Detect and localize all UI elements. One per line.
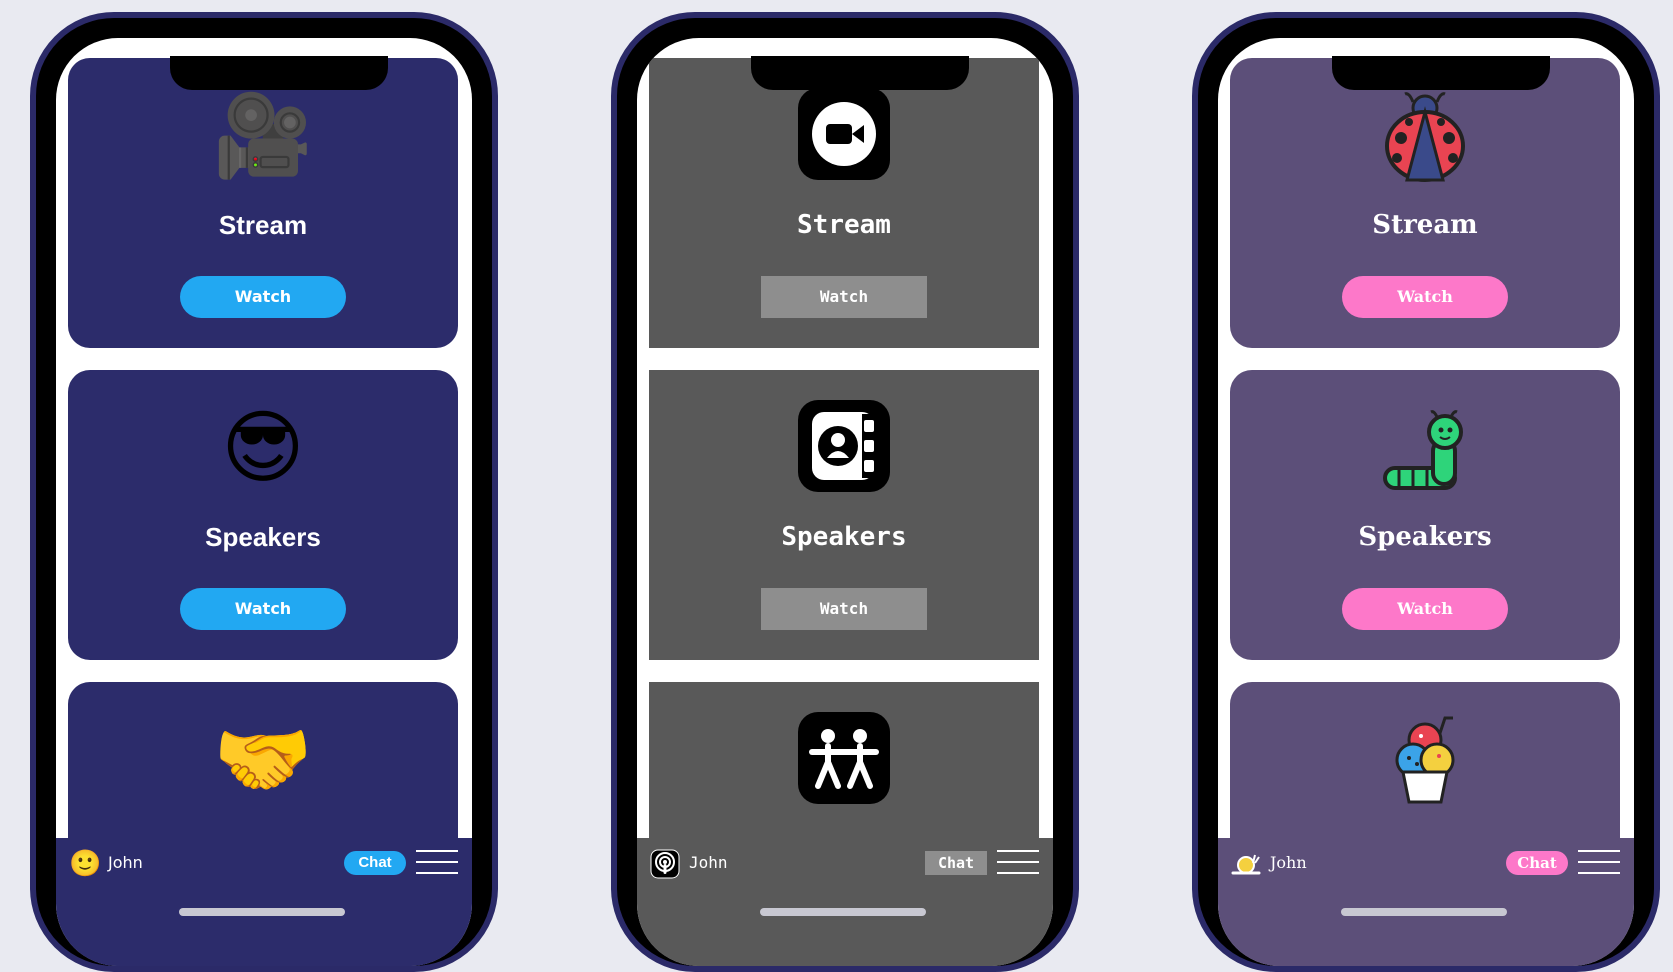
card-speakers: Speakers Watch <box>1230 370 1620 660</box>
smiley-face-icon[interactable]: 🙂 <box>69 849 101 879</box>
snail-icon[interactable] <box>1231 849 1261 879</box>
watch-button[interactable]: Watch <box>761 588 927 630</box>
sunglasses-face-icon: 😎 <box>221 401 305 494</box>
card-speakers: Speakers Watch <box>649 370 1039 660</box>
notch <box>1332 56 1550 90</box>
card-stream: 🎥 Stream Watch <box>68 58 458 348</box>
bottom-bar: John Chat <box>1218 838 1634 966</box>
phone-frame-2: Stream Watch Speakers Watch John Chat <box>611 12 1079 972</box>
two-people-icon <box>649 712 1039 808</box>
card-title: Stream <box>1372 210 1478 240</box>
hamburger-menu-icon[interactable] <box>416 850 458 876</box>
user-name: John <box>689 853 728 872</box>
handshake-icon: 🤝 <box>213 713 313 806</box>
user-name: John <box>1270 853 1307 872</box>
phone-screen: 🎥 Stream Watch 😎 Speakers Watch 🤝 🙂 John… <box>56 38 472 966</box>
phone-frame-1: 🎥 Stream Watch 😎 Speakers Watch 🤝 🙂 John… <box>30 12 498 972</box>
home-indicator[interactable] <box>1341 908 1507 916</box>
card-stream: Stream Watch <box>1230 58 1620 348</box>
ladybug-icon <box>1230 88 1620 184</box>
card-speakers: 😎 Speakers Watch <box>68 370 458 660</box>
contact-book-icon <box>649 400 1039 496</box>
watch-button[interactable]: Watch <box>180 276 346 318</box>
movie-camera-icon: 🎥 <box>213 89 313 182</box>
chat-button[interactable]: Chat <box>1506 851 1568 875</box>
watch-button[interactable]: Watch <box>180 588 346 630</box>
card-title: Stream <box>218 210 308 240</box>
phone-screen: Stream Watch Speakers Watch John Chat <box>1218 38 1634 966</box>
card-title: Speakers <box>781 522 907 552</box>
notch <box>751 56 969 90</box>
notch <box>170 56 388 90</box>
caterpillar-icon <box>1230 400 1620 496</box>
card-title: Speakers <box>205 522 321 552</box>
home-indicator[interactable] <box>760 908 926 916</box>
ice-cream-icon <box>1230 712 1620 808</box>
card-title: Stream <box>797 210 891 240</box>
user-name: John <box>108 853 143 872</box>
chat-button[interactable]: Chat <box>344 851 406 875</box>
video-camera-icon <box>649 88 1039 184</box>
watch-button[interactable]: Watch <box>761 276 927 318</box>
card-title: Speakers <box>1358 522 1492 552</box>
podcast-icon[interactable] <box>650 849 680 879</box>
phone-frame-3: Stream Watch Speakers Watch John Chat <box>1192 12 1660 972</box>
hamburger-menu-icon[interactable] <box>997 850 1039 876</box>
hamburger-menu-icon[interactable] <box>1578 850 1620 876</box>
bottom-bar: John Chat <box>637 838 1053 966</box>
watch-button[interactable]: Watch <box>1342 276 1508 318</box>
card-stream: Stream Watch <box>649 58 1039 348</box>
home-indicator[interactable] <box>179 908 345 916</box>
watch-button[interactable]: Watch <box>1342 588 1508 630</box>
bottom-bar: 🙂 John Chat <box>56 838 472 966</box>
chat-button[interactable]: Chat <box>925 851 987 875</box>
phone-screen: Stream Watch Speakers Watch John Chat <box>637 38 1053 966</box>
